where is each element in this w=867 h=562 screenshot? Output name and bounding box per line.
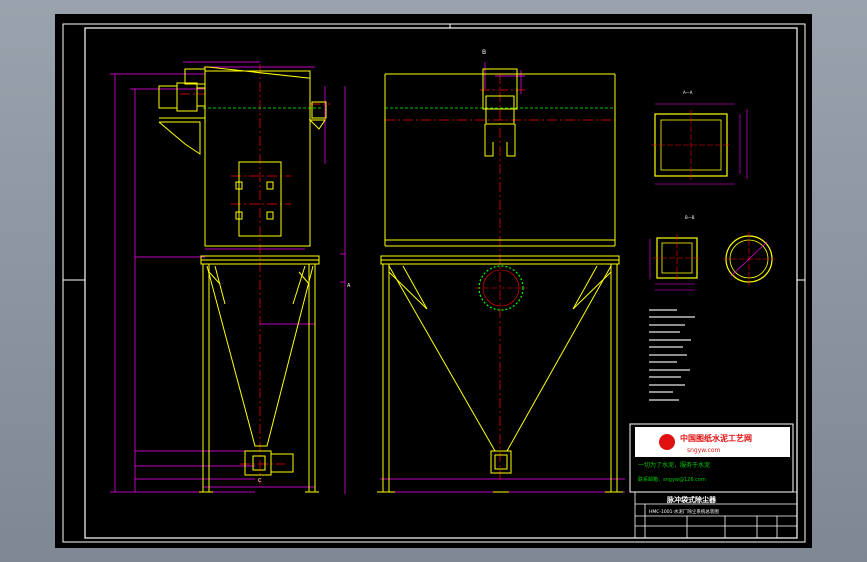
section-circular (723, 232, 775, 286)
front-view-centerlines (385, 74, 615, 482)
side-view-bottom-marker: C (258, 478, 262, 484)
side-view-tag: A (347, 283, 351, 289)
logo-block: 中国图纸水泥工艺网 sngyw.com 一切为了水泥，服务于水泥 联系邮箱：sn… (629, 423, 794, 493)
logo-contact: 联系邮箱：sngyw@126.com (638, 476, 706, 483)
cad-viewport[interactable]: C A B A—A B—B 中国图纸水泥工艺网 sngyw.com 一切为了水泥… (55, 14, 812, 548)
front-view-dimensions (380, 62, 625, 493)
technical-notes (649, 309, 695, 401)
logo-website: sngyw.com (687, 447, 721, 454)
section-a: A—A (651, 90, 748, 185)
title-block (634, 491, 798, 539)
side-view-structure (158, 66, 327, 493)
side-view: C A (110, 61, 351, 494)
front-view-tag: B (482, 49, 486, 56)
title-block-drawing-title: 脉冲袋式除尘器 (666, 495, 717, 504)
logo-org-name: 中国图纸水泥工艺网 (680, 433, 752, 443)
front-view: B (377, 49, 625, 493)
section-b-label: B—B (685, 215, 695, 220)
title-block-project-note: HMC-1001·水泥厂除尘系统总装图 (649, 508, 719, 515)
cad-drawing-canvas: C A B A—A B—B 中国图纸水泥工艺网 sngyw.com 一切为了水泥… (62, 23, 806, 543)
logo-slogan: 一切为了水泥，服务于水泥 (638, 461, 710, 469)
logo-emblem-icon (659, 434, 675, 450)
section-b: B—B (649, 215, 701, 291)
section-a-label: A—A (683, 90, 693, 95)
